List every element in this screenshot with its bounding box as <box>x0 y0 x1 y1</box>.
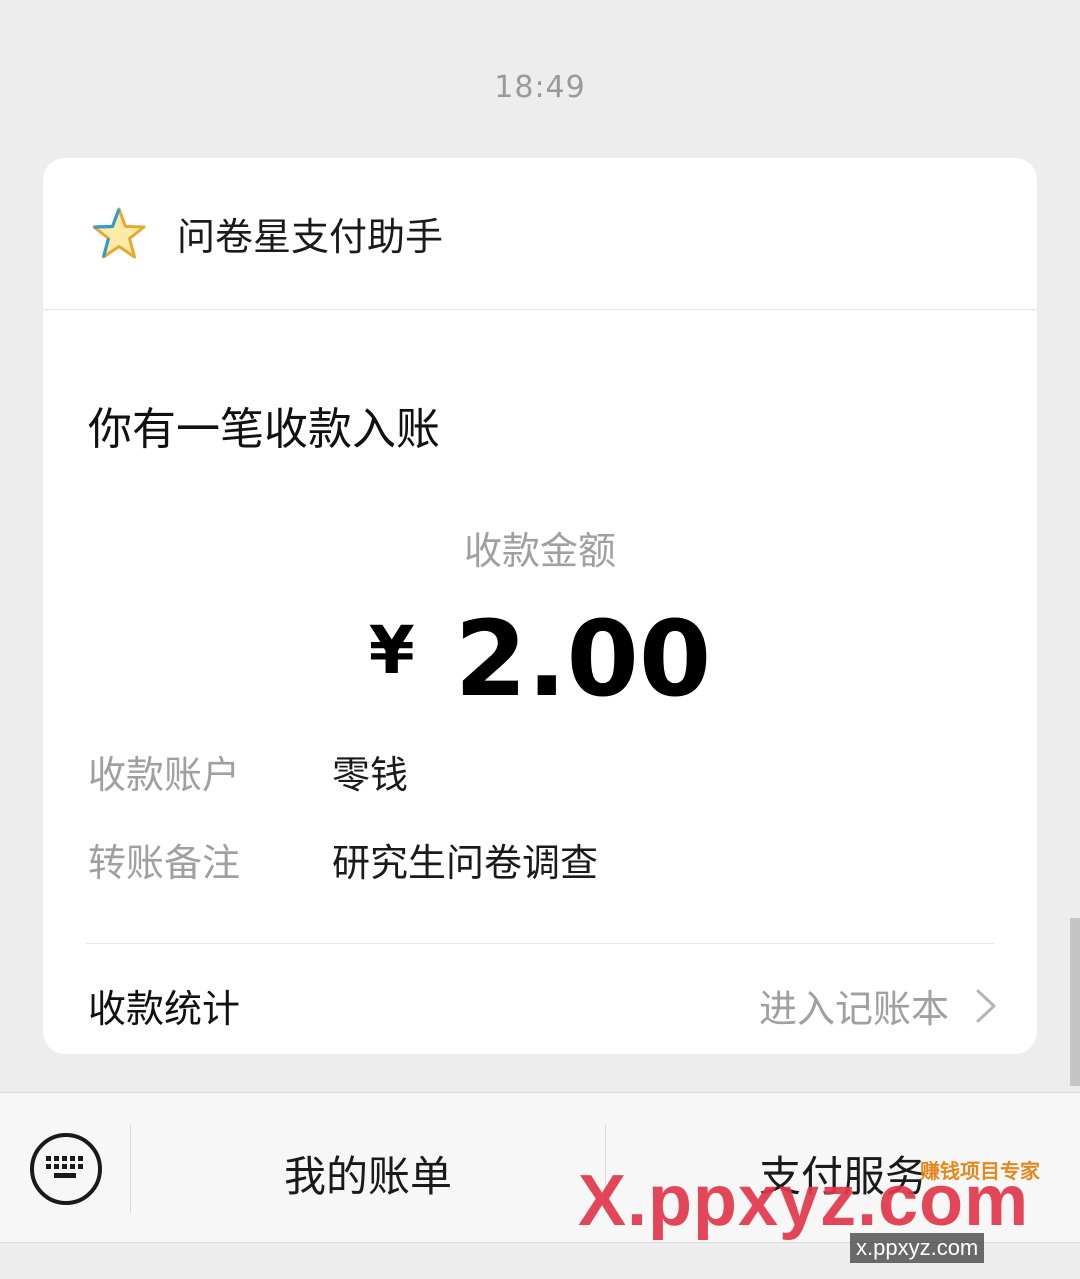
star-logo-icon <box>92 207 146 258</box>
open-ledger-link[interactable]: 进入记账本 <box>759 978 997 1033</box>
payment-notification-card[interactable]: 问卷星支付助手 你有一笔收款入账 收款金额 ¥2.00 收款账户 零钱 转账备注… <box>43 158 1037 1054</box>
detail-value: 零钱 <box>332 753 409 797</box>
open-ledger-label: 进入记账本 <box>758 987 949 1031</box>
divider <box>86 943 994 944</box>
watermark: X.ppxyz.com <box>578 1161 1030 1241</box>
notification-headline: 你有一笔收款入账 <box>88 404 440 455</box>
keyboard-icon <box>46 1156 83 1178</box>
amount-display: ¥2.00 <box>43 598 1037 720</box>
my-bill-button[interactable]: 我的账单 <box>131 1143 605 1204</box>
amount-value: 2.00 <box>454 598 712 720</box>
stats-row[interactable]: 收款统计 进入记账本 <box>88 978 997 1033</box>
detail-label: 收款账户 <box>88 753 241 797</box>
currency-symbol: ¥ <box>368 612 415 689</box>
message-timestamp: 18:49 <box>494 70 586 105</box>
stats-label: 收款统计 <box>88 987 241 1031</box>
scrollbar[interactable] <box>1070 918 1080 1086</box>
detail-row-remark: 转账备注 研究生问卷调查 <box>88 832 598 887</box>
chevron-right-icon <box>976 989 996 1022</box>
amount-caption: 收款金额 <box>463 529 616 573</box>
watermark-url: x.ppxyz.com <box>850 1233 985 1263</box>
card-header[interactable]: 问卷星支付助手 <box>43 158 1037 310</box>
detail-value: 研究生问卷调查 <box>332 841 599 885</box>
detail-label: 转账备注 <box>88 841 241 885</box>
sender-name: 问卷星支付助手 <box>177 215 444 259</box>
keyboard-toggle-button[interactable] <box>30 1133 102 1205</box>
detail-row-account: 收款账户 零钱 <box>88 744 408 799</box>
